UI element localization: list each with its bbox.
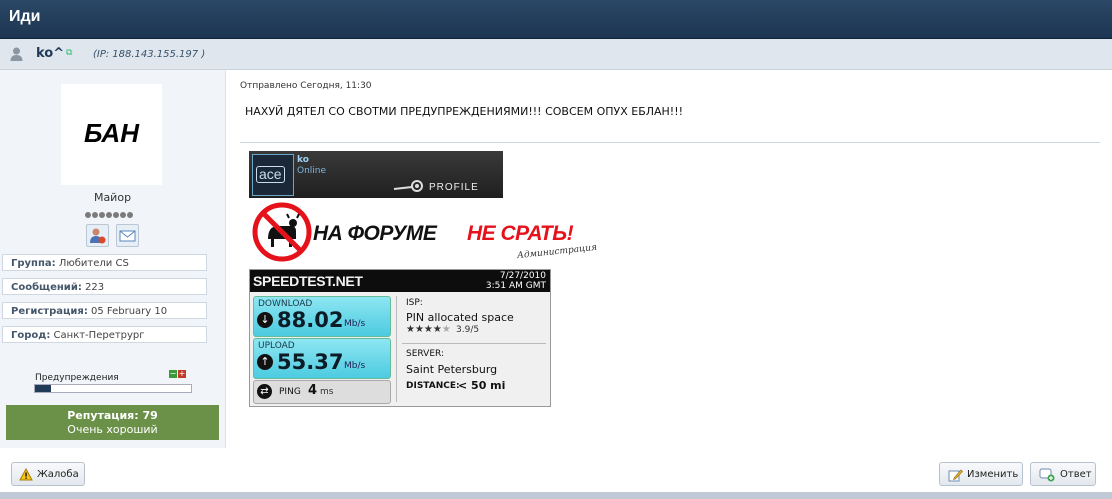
steam-profile-label: PROFILE [429, 182, 479, 193]
edit-label: Изменить [967, 469, 1019, 480]
warnings-bar-fill [35, 385, 51, 392]
no-crap-banner: НА ФОРУМЕ НЕ СРАТЬ! Администрация [249, 201, 601, 263]
server-value: Saint Petersburg [406, 363, 498, 376]
isp-rating: ★★★★★ 3.9/5 [406, 324, 479, 335]
banner-text-black: НА ФОРУМЕ [313, 222, 437, 245]
rank-pip [106, 212, 112, 218]
speedtest-time: 3:51 AM GMT [485, 281, 546, 291]
profile-field-group: Группа: Любители CS [2, 254, 207, 271]
warnings-bar [34, 384, 192, 393]
download-unit: Mb/s [344, 319, 366, 329]
bottom-divider [0, 492, 1112, 499]
field-value: 05 February 10 [91, 306, 168, 317]
server-label: SERVER: [406, 349, 445, 359]
banner-text-red: НЕ СРАТЬ! [467, 222, 574, 245]
signature-divider [240, 142, 1100, 143]
report-label: Жалоба [37, 469, 79, 480]
speedtest-date: 7/27/2010 [499, 271, 546, 281]
rank-pip [113, 212, 119, 218]
reputation-box: Репутация: 79 Очень хороший [6, 405, 219, 440]
field-value: Санкт-Перетрург [53, 330, 145, 341]
ping-icon: ⇄ [257, 384, 272, 399]
post-author-bar: ko^ ⧉ (IP: 188.143.155.197 ) [0, 39, 1112, 70]
field-value: 223 [85, 282, 105, 293]
field-label: Группа: [11, 258, 56, 269]
steam-status: Online [297, 166, 327, 176]
distance-value: < 50 mi [458, 379, 506, 392]
warning-decrease-button[interactable]: − [169, 370, 177, 378]
upload-value: 55.37 [277, 350, 344, 374]
rating-empty-star: ★ [441, 324, 451, 335]
download-panel: DOWNLOAD ↓ 88.02 Mb/s [253, 296, 391, 337]
rank-pip [99, 212, 105, 218]
report-button[interactable]: Жалоба [11, 462, 85, 486]
post-message: НАХУЙ ДЯТЕЛ СО СВОТМИ ПРЕДУПРЕЖДЕНИЯМИ!!… [245, 105, 684, 118]
rank-pip [127, 212, 133, 218]
external-link-icon[interactable]: ⧉ [66, 48, 72, 58]
steam-username: ko [297, 155, 309, 165]
ping-value: 4 [308, 383, 318, 398]
envelope-icon [119, 230, 136, 242]
reply-icon [1039, 468, 1055, 482]
author-rank: Майор [93, 191, 132, 204]
upload-unit: Mb/s [344, 361, 366, 371]
rating-value: 3.9/5 [456, 325, 480, 335]
rank-pip [120, 212, 126, 218]
upload-arrow-icon: ↑ [257, 354, 273, 370]
steam-profile-banner[interactable]: ace ko Online PROFILE [249, 151, 503, 198]
topic-header: Иди [0, 0, 1112, 39]
distance-label: DISTANCE: [406, 381, 460, 391]
speedtest-result[interactable]: SPEEDTEST.NET 7/27/2010 3:51 AM GMT DOWN… [249, 269, 551, 407]
speedtest-header: SPEEDTEST.NET 7/27/2010 3:51 AM GMT [250, 270, 550, 292]
ping-panel: ⇄ PING 4 ms [253, 380, 391, 404]
author-name[interactable]: ko^ [36, 46, 64, 61]
add-friend-button[interactable] [86, 224, 109, 247]
field-label: Сообщений: [11, 282, 82, 293]
rating-stars: ★★★★ [406, 324, 442, 335]
warning-controls: − + [168, 370, 186, 383]
topic-title: Иди [9, 8, 41, 25]
ping-label: PING [279, 387, 301, 397]
profile-field-registered: Регистрация: 05 February 10 [2, 302, 207, 319]
upload-panel: UPLOAD ↑ 55.37 Mb/s [253, 338, 391, 379]
author-ip: (IP: 188.143.155.197 ) [93, 49, 206, 60]
edit-button[interactable]: Изменить [939, 462, 1023, 486]
author-sidebar: БАН Майор Группа: Любители CS Сообщений:… [0, 70, 226, 448]
field-value: Любители CS [58, 258, 129, 269]
reputation-desc: Очень хороший [67, 423, 158, 436]
post-date: Отправлено Сегодня, 11:30 [240, 81, 372, 91]
speedtest-brand: SPEEDTEST.NET [253, 273, 363, 289]
steam-avatar-text: ace [256, 166, 285, 183]
reputation-title: Репутация: 79 [67, 409, 158, 422]
rank-pip [92, 212, 98, 218]
profile-field-city: Город: Санкт-Перетрург [2, 326, 207, 343]
speedtest-row-divider [402, 343, 546, 344]
avatar: БАН [61, 84, 162, 185]
reply-button[interactable]: Ответ [1030, 462, 1096, 486]
user-add-icon [90, 228, 106, 244]
edit-icon [948, 469, 963, 482]
ping-unit: ms [320, 387, 334, 397]
warning-increase-button[interactable]: + [178, 370, 186, 378]
warning-icon [19, 468, 33, 481]
isp-value: PIN allocated space [406, 311, 514, 324]
speedtest-divider [396, 296, 397, 402]
prohibition-icon [252, 202, 312, 262]
rank-pips [85, 208, 134, 221]
user-icon [10, 47, 23, 61]
avatar-text: БАН [84, 118, 139, 148]
field-label: Регистрация: [11, 306, 88, 317]
isp-label: ISP: [406, 298, 423, 308]
field-label: Город: [11, 330, 51, 341]
profile-field-posts: Сообщений: 223 [2, 278, 207, 295]
download-value: 88.02 [277, 308, 344, 332]
send-message-button[interactable] [116, 224, 139, 247]
post-body: Отправлено Сегодня, 11:30 НАХУЙ ДЯТЕЛ СО… [240, 70, 1110, 448]
rank-pip [85, 212, 91, 218]
steam-icon [393, 180, 423, 192]
warnings-label: Предупреждения [35, 373, 119, 383]
download-arrow-icon: ↓ [257, 312, 273, 328]
reply-label: Ответ [1060, 469, 1092, 480]
steam-avatar: ace [252, 154, 294, 196]
